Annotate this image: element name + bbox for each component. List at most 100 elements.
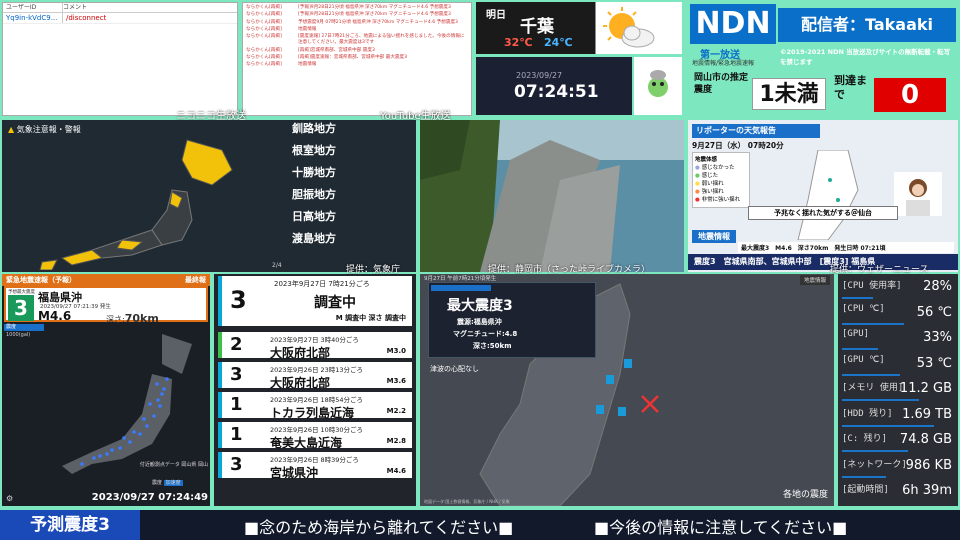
clock-time: 07:24:51: [514, 82, 599, 102]
metric-value: 11.2 GB: [899, 381, 952, 396]
shindo-caption: 各地の震度: [782, 490, 828, 500]
weather-city: 千葉: [520, 17, 554, 37]
warning-region: 胆振地方: [292, 188, 336, 201]
comment-text: [予報]9月28日21分頃 福島県沖 深さ70km マグニチュード4.6 予想震…: [298, 5, 451, 10]
metric-bar: [842, 348, 879, 350]
comment-user: ならかくん[再掲]: [246, 26, 282, 32]
history-intensity: 3: [230, 454, 243, 475]
history-item[interactable]: 3 2023年9月26日 23時13分ごろ 大阪府北部 M3.6: [218, 362, 412, 390]
eew-intensity-label: 震度: [4, 324, 44, 331]
ticker-msg-1: ■念のため海岸から離れてください■: [244, 518, 514, 537]
ticker-bar: 予測震度3 ■念のため海岸から離れてください■ ■今後の情報に注意してください■: [0, 508, 960, 540]
comment-text: [震度速報] 27日7時21分ごろ、地震による強い揺れを感じました。今後の情報に…: [298, 34, 465, 46]
comment-item: ならかくん[再掲] 予想震度9月 07時21分頃 福島県沖 深さ70km マグニチ…: [246, 20, 468, 26]
warning-region: 釧路地方: [292, 122, 336, 135]
est-label: 岡山市の推定震度: [694, 73, 749, 95]
comment-text: [再掲]震度速報：宮城県南部、宮城県中部 最大震度3: [298, 55, 408, 61]
gear-icon[interactable]: ⚙: [6, 494, 13, 503]
comment-item: ならかくん[再掲] [再掲]震度速報：宮城県南部、宮城県中部 最大震度3: [246, 55, 468, 61]
tv-legend-text: 非常に強い揺れ: [701, 197, 741, 203]
comment-user: ならかくん[再掲]: [246, 12, 282, 18]
weather-period: 明日: [486, 10, 506, 21]
history-item[interactable]: 3 2023年9月26日 8時39分ごろ 宮城県沖 M4.6: [218, 452, 412, 480]
eew-header: 緊急地震速報（予報） 最終報: [2, 274, 210, 286]
metric-value: 6h 39m: [902, 483, 952, 498]
eew-header-text: 緊急地震速報（予報）: [6, 276, 76, 284]
metric-label: [C: 残り]: [842, 434, 888, 444]
metric-bar: [842, 373, 901, 376]
system-metric: [GPU ℃] 53 ℃: [840, 353, 956, 377]
comment-user: ならかくん[再掲]: [246, 47, 282, 53]
system-metric: [メモリ 使用] 11.2 GB: [840, 378, 956, 402]
comment-user: ならかくん[再掲]: [246, 62, 282, 68]
metric-label: [GPU]: [842, 329, 870, 339]
warning-region: 根室地方: [292, 144, 336, 157]
metric-label: [CPU 使用率]: [842, 281, 902, 291]
history-intensity: 2: [230, 334, 243, 355]
system-metric: [CPU 使用率] 28%: [840, 276, 956, 300]
metric-value: 986 KB: [905, 457, 952, 473]
chat-header-comment: コメント: [63, 4, 88, 11]
warning-region: 日高地方: [292, 210, 336, 223]
station-dot: [158, 404, 162, 408]
arrival-value: 0: [874, 78, 946, 112]
history-mag: M2.8: [386, 437, 406, 445]
warning-region: 渡島地方: [292, 232, 336, 245]
metric-bar: [842, 297, 873, 299]
metric-label: [ネットワーク]: [842, 459, 907, 470]
metric-label: [HDD 残り]: [842, 408, 893, 419]
station-dot: [142, 417, 146, 421]
station-dot: [80, 462, 84, 466]
ticker-msg-2: ■今後の情報に注意してください■: [594, 518, 848, 537]
comment-text: 地震情報: [298, 62, 317, 68]
comment-item: ならかくん[再掲] [予報]9月28日21分頃 福島県沖 深さ70km マグニチュ…: [246, 5, 468, 11]
history-place: 奄美大島近海: [270, 436, 343, 450]
station-dot: [162, 387, 166, 391]
system-metric: [HDD 残り] 1.69 TB: [840, 404, 956, 428]
broadcaster-name: 配信者：Takaaki: [778, 8, 956, 42]
weathernews-panel: リポーターの天気報告 9月27日（水） 07時20分 地震体感 ● 感じなかった…: [688, 120, 958, 272]
station-dot: [118, 446, 122, 450]
metric-value: 74.8 GB: [899, 432, 952, 447]
metric-label: [起動時間]: [842, 485, 889, 495]
history-item[interactable]: 1 2023年9月26日 18時54分ごろ トカラ列島近海 M2.2: [218, 392, 412, 420]
tv-title: リポーターの天気報告: [692, 124, 820, 138]
metric-value: 28%: [923, 279, 952, 294]
eew-depth-label: 深さ:: [106, 315, 125, 324]
tv-shindo-line: 最大震度3 M4.6 深さ70km 発生日時 07:21頃: [738, 242, 954, 253]
history-date: 2023年9月26日 23時13分ごろ: [270, 366, 364, 374]
metric-value: 56 ℃: [916, 304, 952, 320]
system-monitor: [CPU 使用率] 28% [CPU ℃] 56 ℃ [GPU] 33% [GPU ℃] 53…: [838, 274, 958, 506]
sun-cloud-icon: [603, 7, 655, 48]
chat-panel: ユーザーID コメント Yq9in-kVdC9.../disconnect: [2, 2, 238, 116]
shindo-title: 最大震度3: [447, 298, 513, 314]
history-intensity: 3: [230, 364, 243, 385]
japan-map: [39, 139, 233, 270]
station-dot: [165, 377, 169, 381]
history-item[interactable]: 1 2023年9月26日 10時30分ごろ 奄美大島近海 M2.8: [218, 422, 412, 450]
history-item[interactable]: 2 2023年9月27日 3時40分ごろ 大阪府北部 M3.0: [218, 332, 412, 360]
system-metric: [起動時間] 6h 39m: [840, 480, 956, 504]
shindo-map-panel: 9月27日 午前7時21分頃発生 地震情報 最大震度3 震源:福島県沖 マグニチ…: [420, 274, 834, 506]
tv-caption: 予兆なく揺れた気がする＠仙台: [748, 206, 898, 220]
eew-final: 最終報: [185, 276, 206, 284]
history-item[interactable]: 3 2023年9月27日 7時21分ごろ 調査中 M 調査中 深さ 調査中: [218, 276, 412, 326]
history-date: 2023年9月26日 8時39分ごろ: [270, 456, 359, 464]
copyright: ©2019-2021 NDN 当放送及びサイトの無断転載・転写を禁じます: [780, 48, 951, 66]
metric-bar: [842, 424, 935, 427]
metric-value: 53 ℃: [916, 355, 952, 371]
system-metric: [GPU] 33%: [840, 327, 956, 351]
warning-map-page: 2/4: [272, 262, 282, 269]
eew-depth: 深さ:70km: [106, 312, 159, 325]
station-dot: [98, 454, 102, 458]
station-dot: [105, 452, 109, 456]
shindo-footer: 地図データ:国土数値情報、気象庁 / NHK / 気象: [424, 499, 510, 504]
clock-panel: 2023/09/27 07:24:51: [476, 57, 632, 115]
history-mag: M3.6: [386, 377, 406, 385]
tv-map: [797, 150, 859, 240]
chat-row[interactable]: Yq9in-kVdC9.../disconnect: [3, 13, 237, 24]
comment-item: ならかくん[再掲] 地震情報: [246, 62, 468, 68]
history-date: 2023年9月27日 7時21分ごろ: [274, 280, 370, 288]
eew-legend: 震度 加速度: [152, 479, 183, 486]
history-place: トカラ列島近海: [270, 406, 355, 420]
